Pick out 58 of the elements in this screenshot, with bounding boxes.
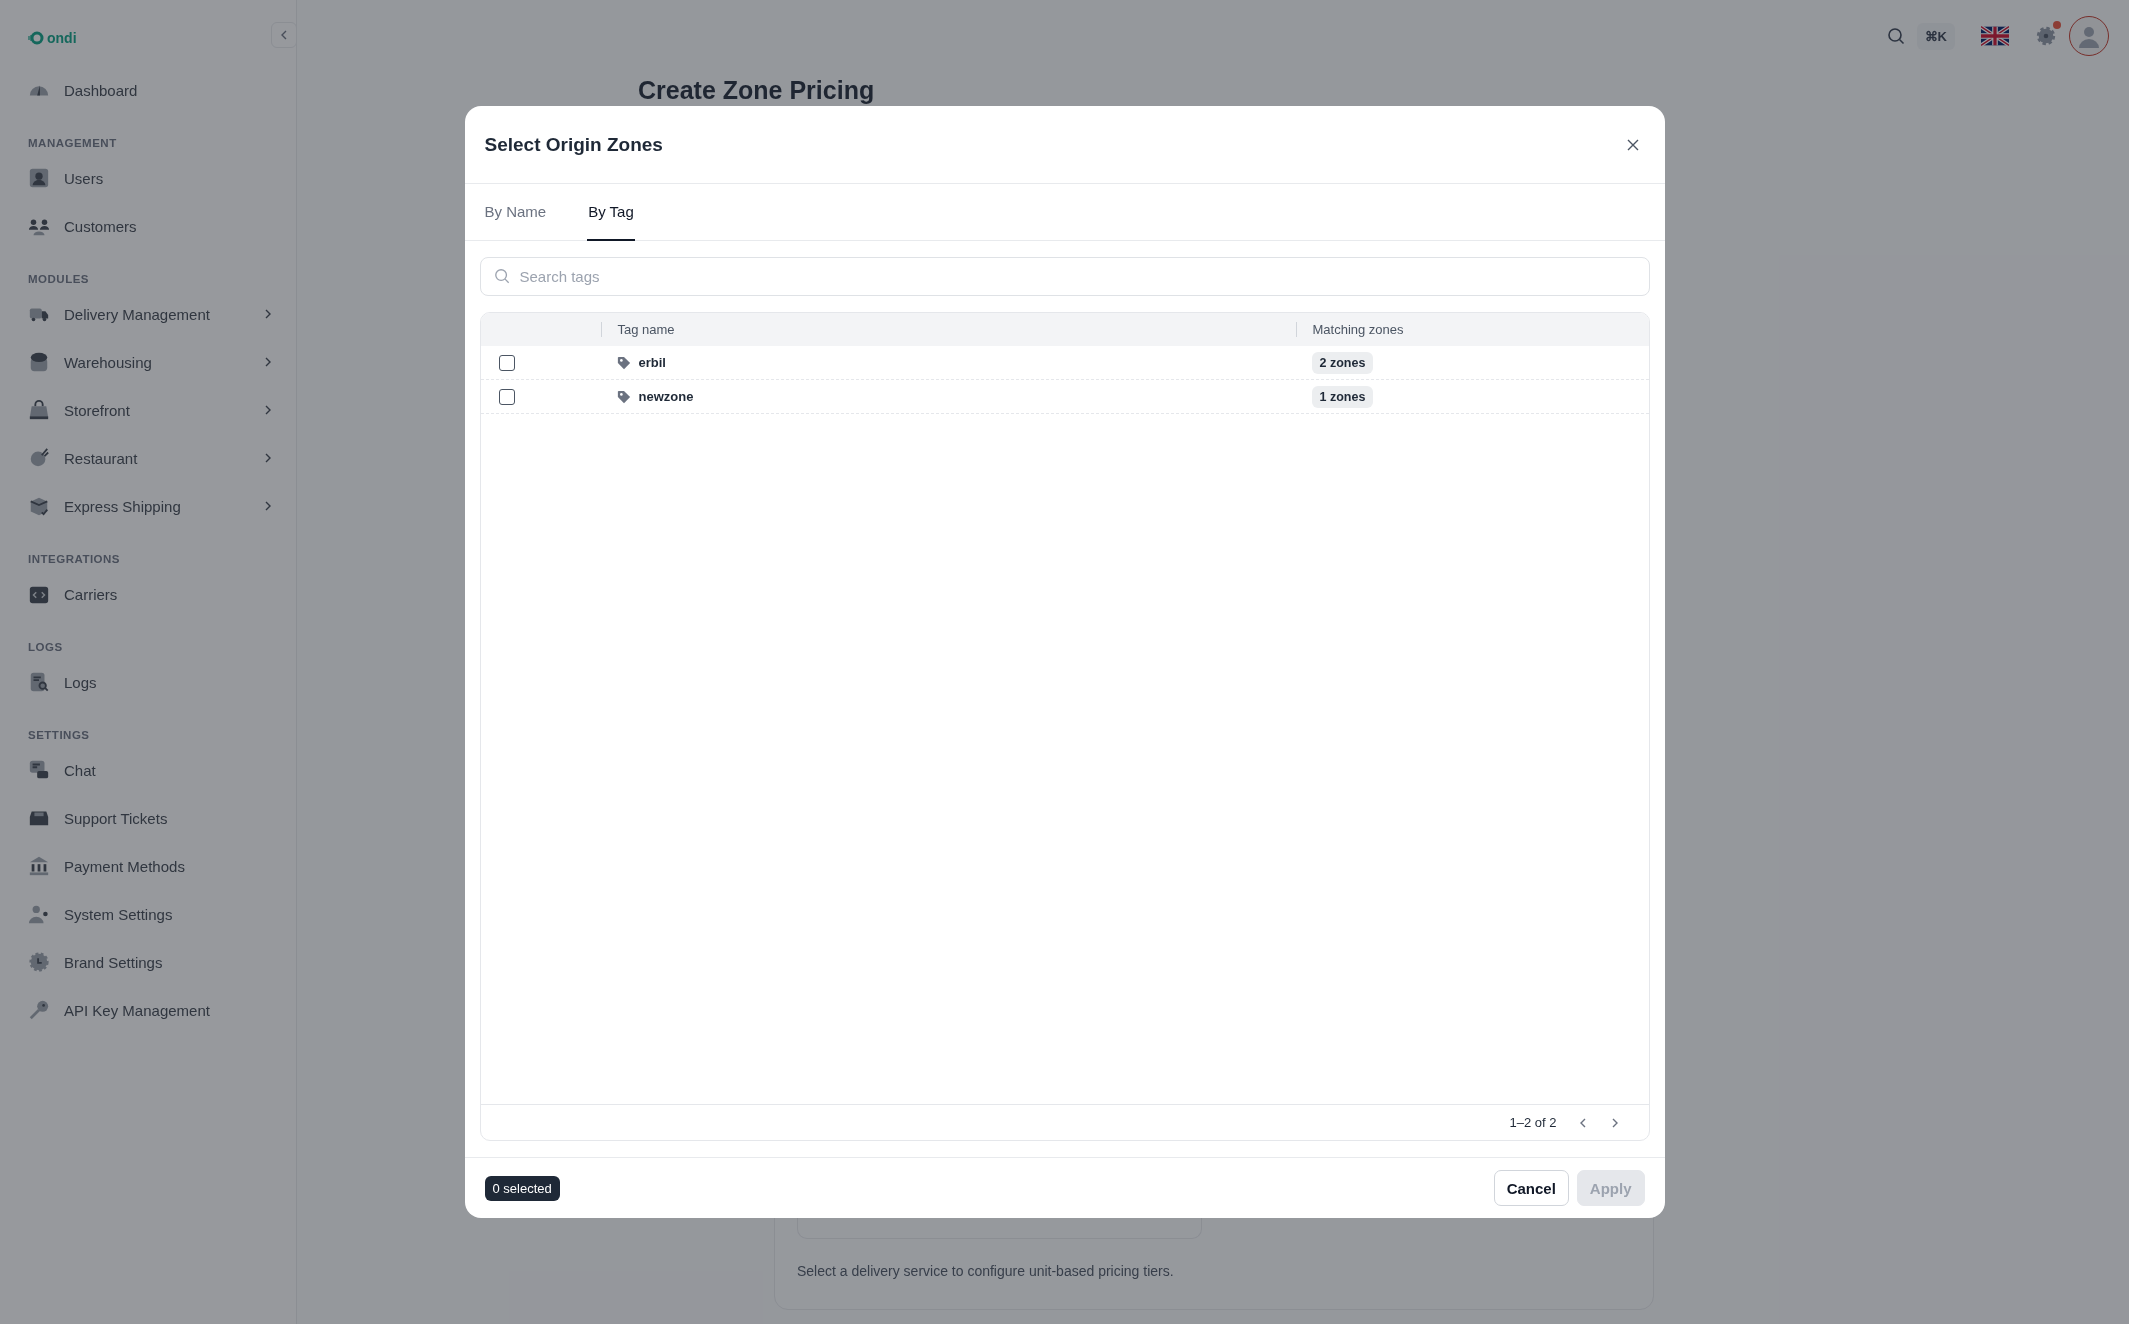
sidebar-item[interactable]: Warehousing <box>28 338 274 386</box>
sidebar-item[interactable]: Brand Settings <box>28 938 274 986</box>
sidebar-item[interactable]: Logs <box>28 658 274 706</box>
bag-icon <box>28 399 50 421</box>
bowl-icon <box>28 447 50 469</box>
sidebar-item[interactable]: Carriers <box>28 570 274 618</box>
user-icon <box>28 167 50 189</box>
section-heading: MODULES <box>28 272 90 287</box>
sidebar-item[interactable]: Express Shipping <box>28 482 274 530</box>
section-heading: SETTINGS <box>28 728 91 743</box>
sidebar-item[interactable]: System Settings <box>28 890 274 938</box>
sidebar-item[interactable]: Support Tickets <box>28 794 274 842</box>
logo-text: ondi <box>47 30 77 46</box>
key-icon <box>28 999 50 1021</box>
dialog-title: Select Origin Zones <box>484 133 663 156</box>
sidebar-item[interactable]: Storefront <box>28 386 274 434</box>
database-icon <box>28 351 50 373</box>
tag-name: newzone <box>638 389 694 404</box>
column-header: Tag name <box>600 322 1296 337</box>
sidebar-item[interactable]: Customers <box>28 202 274 250</box>
zone-count: 2 zones <box>1311 351 1374 374</box>
bank-icon <box>28 855 50 877</box>
zone-count: 1 zones <box>1311 385 1374 408</box>
sidebar-item[interactable]: Restaurant <box>28 434 274 482</box>
checkbox[interactable] <box>498 388 515 405</box>
document-search-icon <box>28 671 50 693</box>
section-heading: INTEGRATIONS <box>28 552 122 567</box>
gear-icon[interactable] <box>2035 25 2057 47</box>
hint-text: Select a delivery service to configure unit-based pricing tiers. <box>797 1263 1175 1279</box>
sidebar-item[interactable]: API Key Management <box>28 986 274 1034</box>
selection-count: 0 selected <box>484 1175 560 1201</box>
gear-icon <box>28 951 50 973</box>
page-title: Create Zone Pricing <box>638 76 876 105</box>
tab[interactable]: By Tag <box>587 184 635 241</box>
section-heading: LOGS <box>28 640 64 655</box>
box-icon <box>28 495 50 517</box>
tag-icon <box>616 355 631 370</box>
checkbox[interactable] <box>498 354 515 371</box>
cancel-button[interactable]: Cancel <box>1493 1170 1569 1206</box>
tag-icon <box>616 389 631 404</box>
sidebar-item[interactable]: Chat <box>28 746 274 794</box>
search-icon[interactable] <box>1886 27 1905 45</box>
pagination-text: 1–2 of 2 <box>1509 1115 1557 1130</box>
sidebar-item[interactable]: Delivery Management <box>28 290 274 338</box>
section-heading: MANAGEMENT <box>28 136 118 151</box>
avatar[interactable] <box>2069 16 2109 56</box>
shortcut-hint: ⌘K <box>1916 22 1955 50</box>
tab[interactable]: By Name <box>483 184 548 241</box>
flag-icon[interactable] <box>1981 26 2009 46</box>
logo-icon <box>28 31 44 45</box>
sidebar-item[interactable]: Payment Methods <box>28 842 274 890</box>
tag-name: erbil <box>638 355 666 370</box>
search-field[interactable]: Search tags <box>479 257 1650 296</box>
chat-icon <box>28 759 50 781</box>
user-gear-icon <box>28 903 50 925</box>
column-header: Matching zones <box>1295 322 1649 337</box>
sidebar-item[interactable]: Users <box>28 154 274 202</box>
sidebar-item[interactable]: Dashboard <box>28 66 274 114</box>
